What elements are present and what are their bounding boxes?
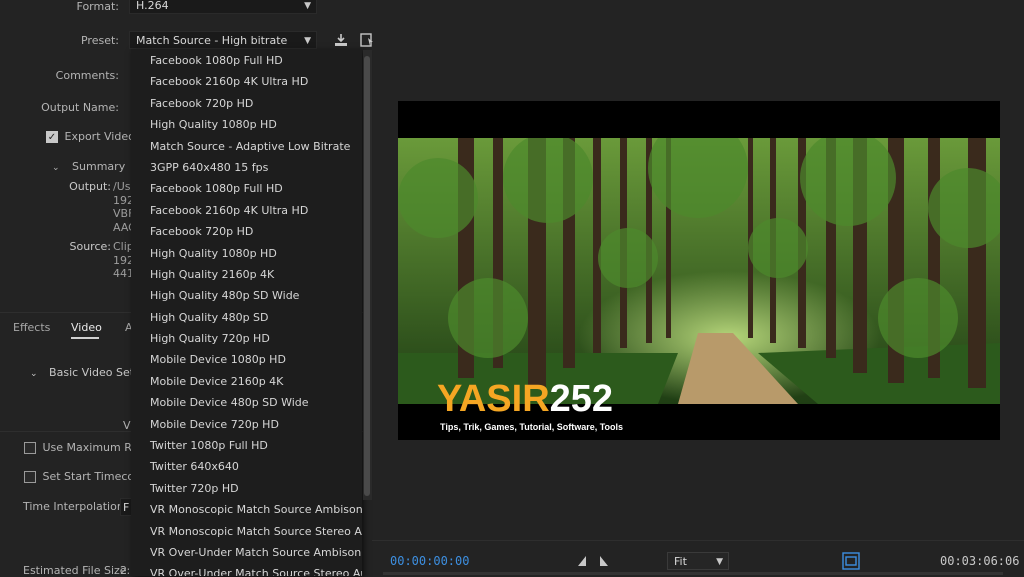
fit-value: Fit bbox=[674, 555, 687, 568]
checkbox-checked-icon[interactable] bbox=[46, 131, 58, 143]
output-label: Output: bbox=[69, 180, 111, 193]
checkbox-unchecked-icon[interactable] bbox=[24, 471, 36, 483]
preset-option[interactable]: Twitter 640x640 bbox=[131, 456, 362, 477]
preset-option[interactable]: Twitter 720p HD bbox=[131, 478, 362, 499]
preset-option[interactable]: Facebook 1080p Full HD bbox=[131, 50, 362, 71]
preset-option[interactable]: High Quality 1080p HD bbox=[131, 243, 362, 264]
set-start-timecode-checkbox[interactable]: Set Start Timecode bbox=[24, 470, 148, 483]
preset-option[interactable]: High Quality 480p SD bbox=[131, 307, 362, 328]
preset-dropdown-list[interactable]: Facebook 1080p Full HD Facebook 2160p 4K … bbox=[131, 49, 362, 576]
save-preset-icon[interactable] bbox=[359, 32, 375, 48]
preset-option[interactable]: Facebook 1080p Full HD bbox=[131, 178, 362, 199]
preview-image bbox=[398, 138, 1000, 404]
preset-option[interactable]: 3GPP 640x480 15 fps bbox=[131, 157, 362, 178]
chevron-down-icon: ▼ bbox=[304, 1, 311, 11]
watermark-number: 252 bbox=[549, 378, 614, 420]
set-in-point-icon[interactable] bbox=[576, 555, 588, 570]
crop-output-icon[interactable] bbox=[842, 552, 860, 570]
preset-value: Match Source - High bitrate bbox=[136, 34, 288, 47]
scrollbar-thumb[interactable] bbox=[364, 56, 370, 496]
preset-option[interactable]: Facebook 720p HD bbox=[131, 221, 362, 242]
preset-option[interactable]: High Quality 1080p HD bbox=[131, 114, 362, 135]
chevron-down-icon: ⌄ bbox=[30, 369, 38, 379]
tab-video[interactable]: Video bbox=[71, 321, 102, 334]
current-timecode[interactable]: 00:00:00:00 bbox=[390, 554, 469, 568]
basic-video-settings-toggle[interactable]: ⌄ Basic Video Setti bbox=[30, 366, 141, 379]
preset-option[interactable]: Mobile Device 2160p 4K bbox=[131, 371, 362, 392]
use-maximum-render-label: Use Maximum Ren bbox=[42, 441, 146, 454]
time-interpolation-label: Time Interpolation: bbox=[23, 500, 128, 513]
preset-option[interactable]: Match Source - Adaptive Low Bitrate bbox=[131, 136, 362, 157]
format-select[interactable]: H.264 ▼ bbox=[129, 0, 317, 14]
checkbox-unchecked-icon[interactable] bbox=[24, 442, 36, 454]
tab-effects[interactable]: Effects bbox=[13, 321, 50, 334]
export-video-label: Export Video bbox=[64, 130, 135, 143]
duration-timecode: 00:03:06:06 bbox=[940, 554, 1020, 568]
preset-option[interactable]: VR Monoscopic Match Source Stereo Audio bbox=[131, 521, 362, 542]
export-video-checkbox[interactable]: Export Video bbox=[46, 130, 135, 143]
chevron-down-icon: ▼ bbox=[716, 557, 723, 567]
preset-option[interactable]: Mobile Device 720p HD bbox=[131, 414, 362, 435]
use-maximum-render-checkbox[interactable]: Use Maximum Ren bbox=[24, 441, 145, 454]
preset-option[interactable]: VR Over-Under Match Source Stereo Audio bbox=[131, 563, 362, 576]
watermark-logo: YASIR252 bbox=[437, 379, 613, 419]
comments-label: Comments: bbox=[55, 69, 119, 82]
preset-option[interactable]: Mobile Device 480p SD Wide bbox=[131, 392, 362, 413]
preset-option[interactable]: Mobile Device 1080p HD bbox=[131, 349, 362, 370]
import-preset-icon[interactable] bbox=[333, 32, 349, 48]
chevron-down-icon: ▼ bbox=[304, 36, 311, 46]
preset-option[interactable]: High Quality 480p SD Wide bbox=[131, 285, 362, 306]
chevron-down-icon: ⌄ bbox=[52, 163, 60, 173]
estimated-file-size-label: Estimated File Size: bbox=[23, 564, 131, 577]
preset-option[interactable]: High Quality 720p HD bbox=[131, 328, 362, 349]
format-value: H.264 bbox=[136, 0, 169, 12]
preset-option[interactable]: Twitter 1080p Full HD bbox=[131, 435, 362, 456]
basic-video-settings-label: Basic Video Setti bbox=[49, 366, 142, 379]
time-interpolation-value: F bbox=[123, 501, 130, 514]
preset-option[interactable]: Facebook 2160p 4K Ultra HD bbox=[131, 71, 362, 92]
preset-option[interactable]: Facebook 720p HD bbox=[131, 93, 362, 114]
divider bbox=[372, 540, 1024, 541]
preset-select[interactable]: Match Source - High bitrate ▼ bbox=[129, 31, 317, 49]
active-tab-underline bbox=[71, 337, 99, 339]
preset-option[interactable]: VR Over-Under Match Source Ambisonics bbox=[131, 542, 362, 563]
preset-option[interactable]: High Quality 2160p 4K bbox=[131, 264, 362, 285]
estimated-file-size-value: 2 bbox=[120, 564, 127, 577]
zoom-fit-select[interactable]: Fit ▼ bbox=[667, 552, 729, 570]
summary-toggle[interactable]: ⌄ Summary bbox=[52, 160, 125, 173]
set-out-point-icon[interactable] bbox=[598, 555, 610, 570]
watermark-text: YASIR bbox=[437, 378, 550, 420]
watermark-tagline: Tips, Trik, Games, Tutorial, Software, T… bbox=[440, 422, 624, 432]
preset-label: Preset: bbox=[80, 34, 119, 47]
output-name-label: Output Name: bbox=[41, 101, 119, 114]
source-label: Source: bbox=[69, 240, 112, 253]
preset-option[interactable]: Facebook 2160p 4K Ultra HD bbox=[131, 200, 362, 221]
format-label: Format: bbox=[76, 0, 119, 13]
summary-label: Summary bbox=[72, 160, 126, 173]
timeline-track[interactable] bbox=[383, 572, 1003, 575]
preset-option[interactable]: VR Monoscopic Match Source Ambisonics bbox=[131, 499, 362, 520]
